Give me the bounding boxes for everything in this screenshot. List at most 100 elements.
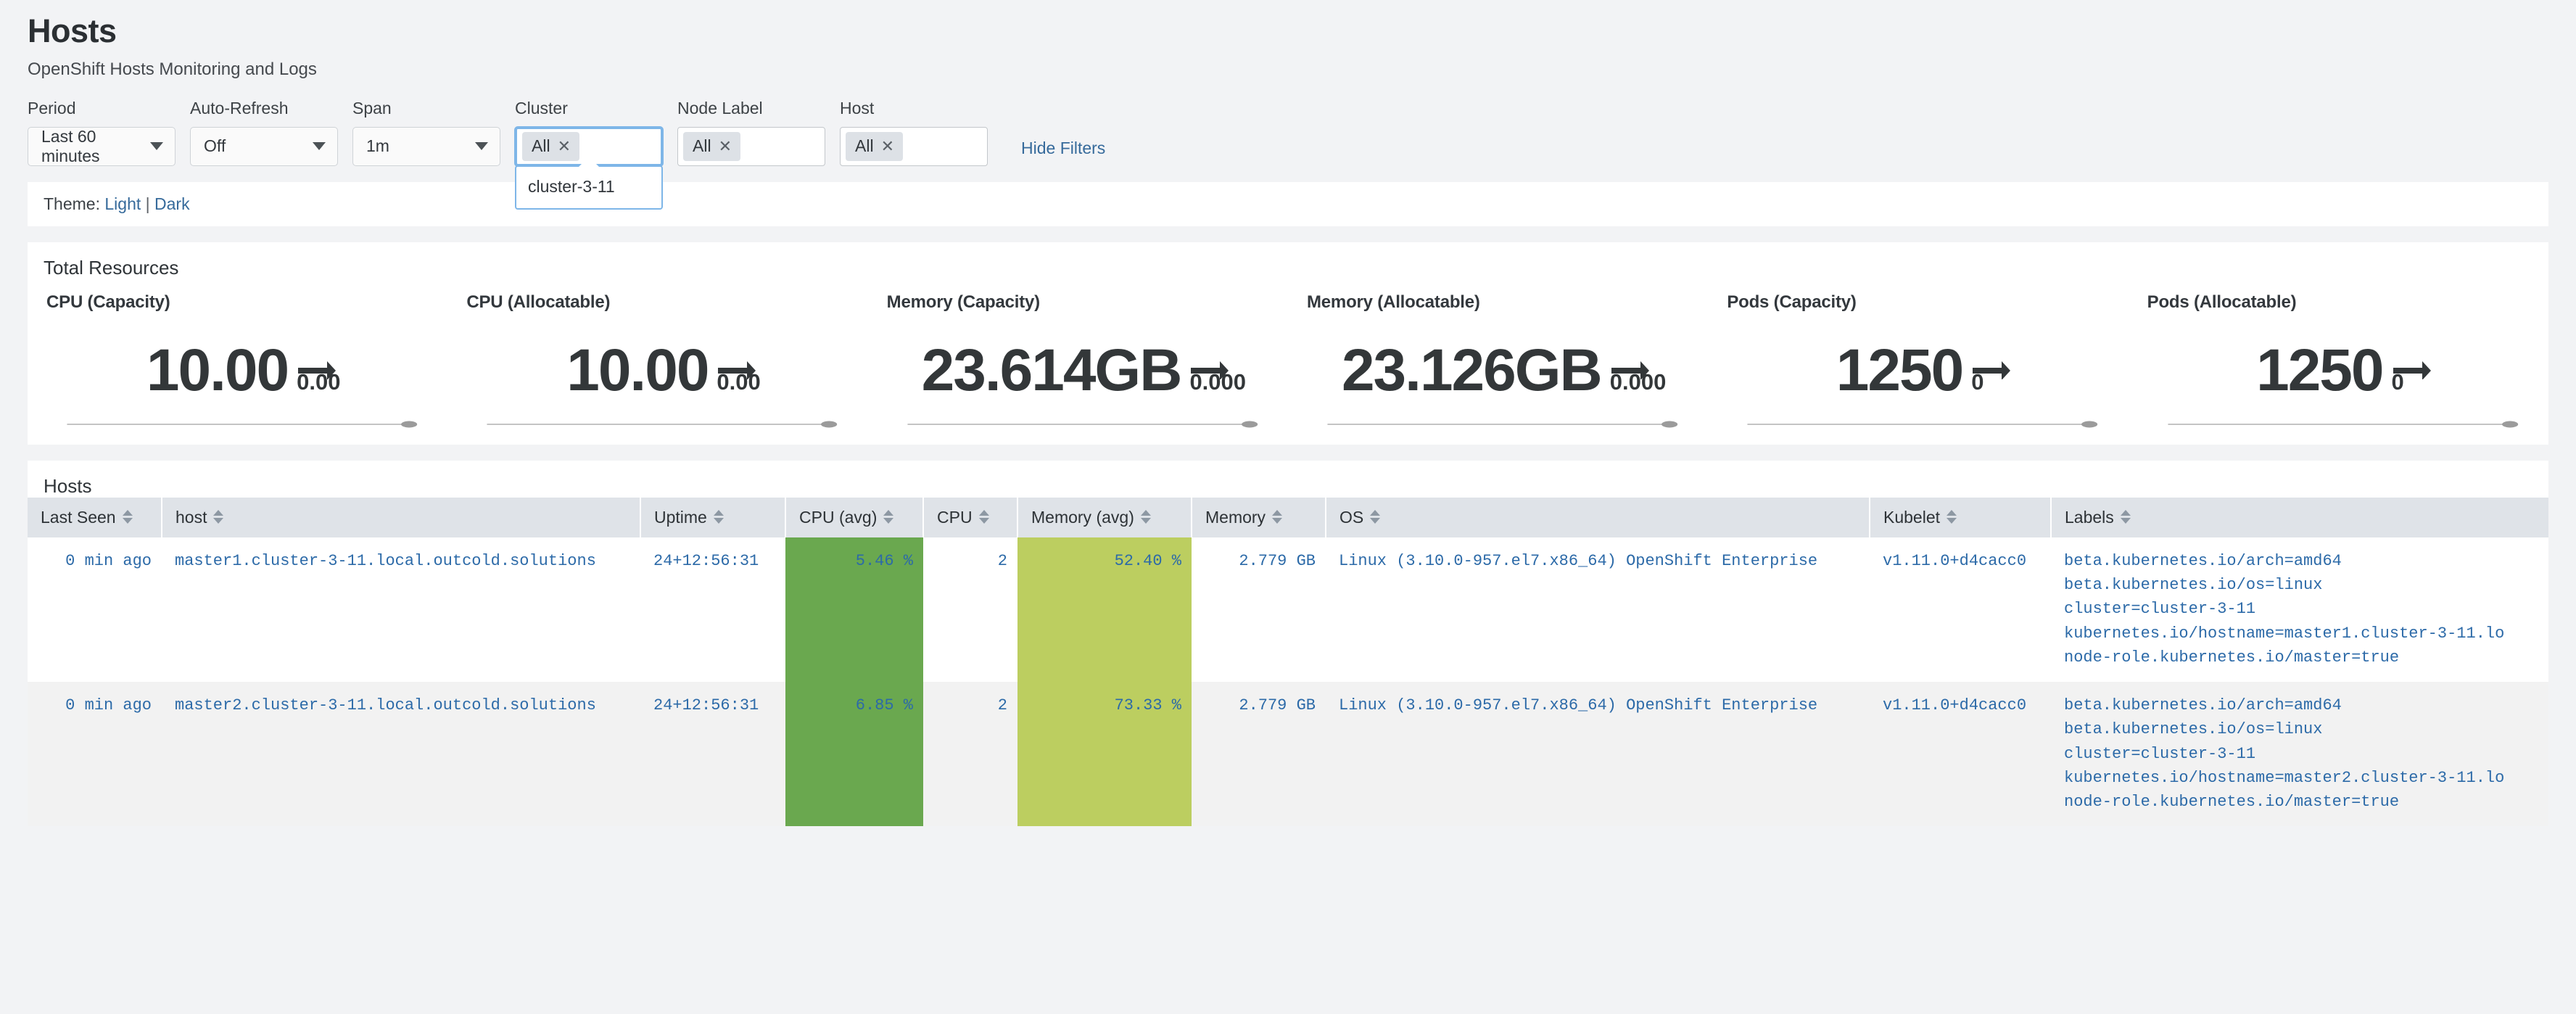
close-icon[interactable]: ✕: [558, 138, 571, 154]
metric-trend: 0: [1971, 355, 2012, 392]
metric-value: 10.00: [146, 337, 289, 403]
metric-card-memory-allocatable: Memory (Allocatable) 23.126GB 0.000: [1288, 292, 1708, 429]
sort-icon[interactable]: [1947, 509, 1957, 524]
period-value: Last 60 minutes: [41, 126, 100, 165]
column-header-cpu-avg[interactable]: CPU (avg): [785, 497, 924, 537]
cell-labels: beta.kubernetes.io/arch=amd64 beta.kuber…: [2051, 537, 2548, 682]
metric-card-title: Memory (Capacity): [886, 292, 1041, 312]
theme-bar: Theme: Light | Dark: [28, 182, 2548, 226]
sort-icon[interactable]: [883, 509, 894, 524]
column-header-os[interactable]: OS: [1326, 497, 1870, 537]
filter-host: Host All ✕: [840, 99, 988, 166]
metric-card-title: Pods (Allocatable): [2147, 292, 2297, 312]
metric-card-pods-allocatable: Pods (Allocatable) 1250 0: [2129, 292, 2548, 429]
column-header-memory[interactable]: Memory: [1192, 497, 1326, 537]
page-header: Hosts OpenShift Hosts Monitoring and Log…: [0, 0, 2576, 80]
sort-icon[interactable]: [1272, 509, 1283, 524]
label-item: beta.kubernetes.io/os=linux: [2064, 720, 2323, 739]
column-header-uptime[interactable]: Uptime: [640, 497, 786, 537]
cell-os: Linux (3.10.0-957.el7.x86_64) OpenShift …: [1326, 681, 1870, 826]
table-row[interactable]: 0 min ago master1.cluster-3-11.local.out…: [28, 537, 2548, 682]
cell-os: Linux (3.10.0-957.el7.x86_64) OpenShift …: [1339, 551, 1818, 570]
cell-uptime: 24+12:56:31: [653, 551, 759, 570]
table-row[interactable]: 0 min ago master2.cluster-3-11.local.out…: [28, 681, 2548, 826]
column-header-last-seen[interactable]: Last Seen: [28, 497, 162, 537]
span-select[interactable]: 1m: [352, 126, 500, 166]
sort-icon[interactable]: [2120, 509, 2131, 524]
sort-icon[interactable]: [213, 509, 224, 524]
metric-trend: 0.000: [1189, 355, 1246, 392]
metric-cards: CPU (Capacity) 10.00 0.00 CPU (Allocatab…: [28, 279, 2548, 445]
sort-icon[interactable]: [1140, 509, 1151, 524]
cluster-dropdown-option[interactable]: cluster-3-11: [516, 176, 661, 198]
column-label: Kubelet: [1883, 507, 1941, 527]
dropdown-caret-icon: [579, 156, 599, 168]
auto-refresh-value: Off: [204, 136, 226, 155]
column-header-labels[interactable]: Labels: [2051, 497, 2548, 537]
column-header-cpu[interactable]: CPU: [923, 497, 1018, 537]
node-label-chip-all[interactable]: All ✕: [683, 131, 740, 161]
cell-uptime: 24+12:56:31: [640, 681, 785, 826]
cell-cpu-avg: 5.46 %: [785, 537, 923, 682]
hosts-table-scroll[interactable]: Last Seen host Uptime CPU (avg) CPU Memo…: [28, 497, 2548, 826]
label-item: cluster=cluster-3-11: [2064, 744, 2256, 763]
column-label: Last Seen: [41, 507, 116, 527]
cell-host[interactable]: master2.cluster-3-11.local.outcold.solut…: [162, 681, 640, 826]
metric-delta: 0: [1971, 368, 1984, 395]
chevron-down-icon: [150, 142, 163, 150]
chevron-down-icon: [475, 142, 488, 150]
host-input[interactable]: All ✕: [840, 126, 988, 166]
metric-card-title: CPU (Capacity): [46, 292, 170, 312]
close-icon[interactable]: ✕: [719, 138, 732, 154]
metric-card-body: 1250 0: [2147, 327, 2541, 414]
theme-separator: |: [145, 194, 150, 213]
column-header-kubelet[interactable]: Kubelet: [1870, 497, 2052, 537]
cell-last-seen: 0 min ago: [28, 681, 162, 826]
metric-trend: 0.00: [717, 355, 761, 395]
cluster-chip-label: All: [532, 136, 550, 155]
hosts-dashboard-page: Hosts OpenShift Hosts Monitoring and Log…: [0, 0, 2576, 1014]
metric-sparkline: [46, 414, 440, 429]
column-header-host[interactable]: host: [162, 497, 641, 537]
column-label: host: [176, 507, 207, 527]
metric-delta: 0.00: [717, 368, 761, 395]
metric-card-body: 1250 0: [1727, 327, 2121, 414]
table-header-row: Last Seen host Uptime CPU (avg) CPU Memo…: [28, 497, 2548, 537]
sort-icon[interactable]: [122, 509, 133, 524]
metric-card-title: Memory (Allocatable): [1306, 292, 1480, 312]
sort-icon[interactable]: [1370, 509, 1381, 524]
metric-card-pods-capacity: Pods (Capacity) 1250 0: [1708, 292, 2128, 429]
hide-filters-link[interactable]: Hide Filters: [1021, 139, 1105, 158]
theme-light-link[interactable]: Light: [104, 194, 141, 213]
host-chip-all[interactable]: All ✕: [846, 131, 903, 161]
auto-refresh-select[interactable]: Off: [190, 126, 338, 166]
metric-card-title: Pods (Capacity): [1727, 292, 1857, 312]
node-label-input[interactable]: All ✕: [677, 126, 825, 166]
cell-host[interactable]: master1.cluster-3-11.local.outcold.solut…: [162, 537, 640, 682]
node-label-chip-label: All: [693, 136, 711, 155]
metric-value: 1250: [2256, 337, 2384, 403]
sort-icon[interactable]: [713, 509, 724, 524]
metric-card-body: 23.614GB 0.000: [887, 327, 1281, 414]
metric-value: 23.614GB: [921, 337, 1183, 403]
metric-sparkline: [1307, 414, 1701, 429]
column-label: Memory: [1205, 507, 1266, 527]
filter-span: Span 1m: [352, 99, 500, 166]
label-item: kubernetes.io/hostname=master2.cluster-3…: [2064, 769, 2505, 787]
theme-dark-link[interactable]: Dark: [154, 194, 190, 213]
metric-card-cpu-allocatable: CPU (Allocatable) 10.00 0.00: [447, 292, 867, 429]
metric-sparkline: [2147, 414, 2541, 429]
column-header-memory-avg[interactable]: Memory (avg): [1017, 497, 1192, 537]
cluster-dropdown: cluster-3-11: [515, 156, 663, 210]
label-item: beta.kubernetes.io/os=linux: [2064, 575, 2323, 594]
period-select[interactable]: Last 60 minutes: [28, 126, 176, 166]
metric-card-memory-capacity: Memory (Capacity) 23.614GB 0.000: [868, 292, 1288, 429]
total-resources-title: Total Resources: [44, 256, 179, 279]
metric-trend: 0: [2392, 355, 2432, 392]
cluster-chip-all[interactable]: All ✕: [522, 131, 579, 161]
sort-icon[interactable]: [978, 509, 989, 524]
metric-card-body: 10.00 0.00: [466, 327, 860, 414]
cell-kubelet: v1.11.0+d4cacc0: [1883, 551, 2027, 570]
close-icon[interactable]: ✕: [881, 138, 894, 154]
metric-sparkline: [887, 414, 1281, 429]
